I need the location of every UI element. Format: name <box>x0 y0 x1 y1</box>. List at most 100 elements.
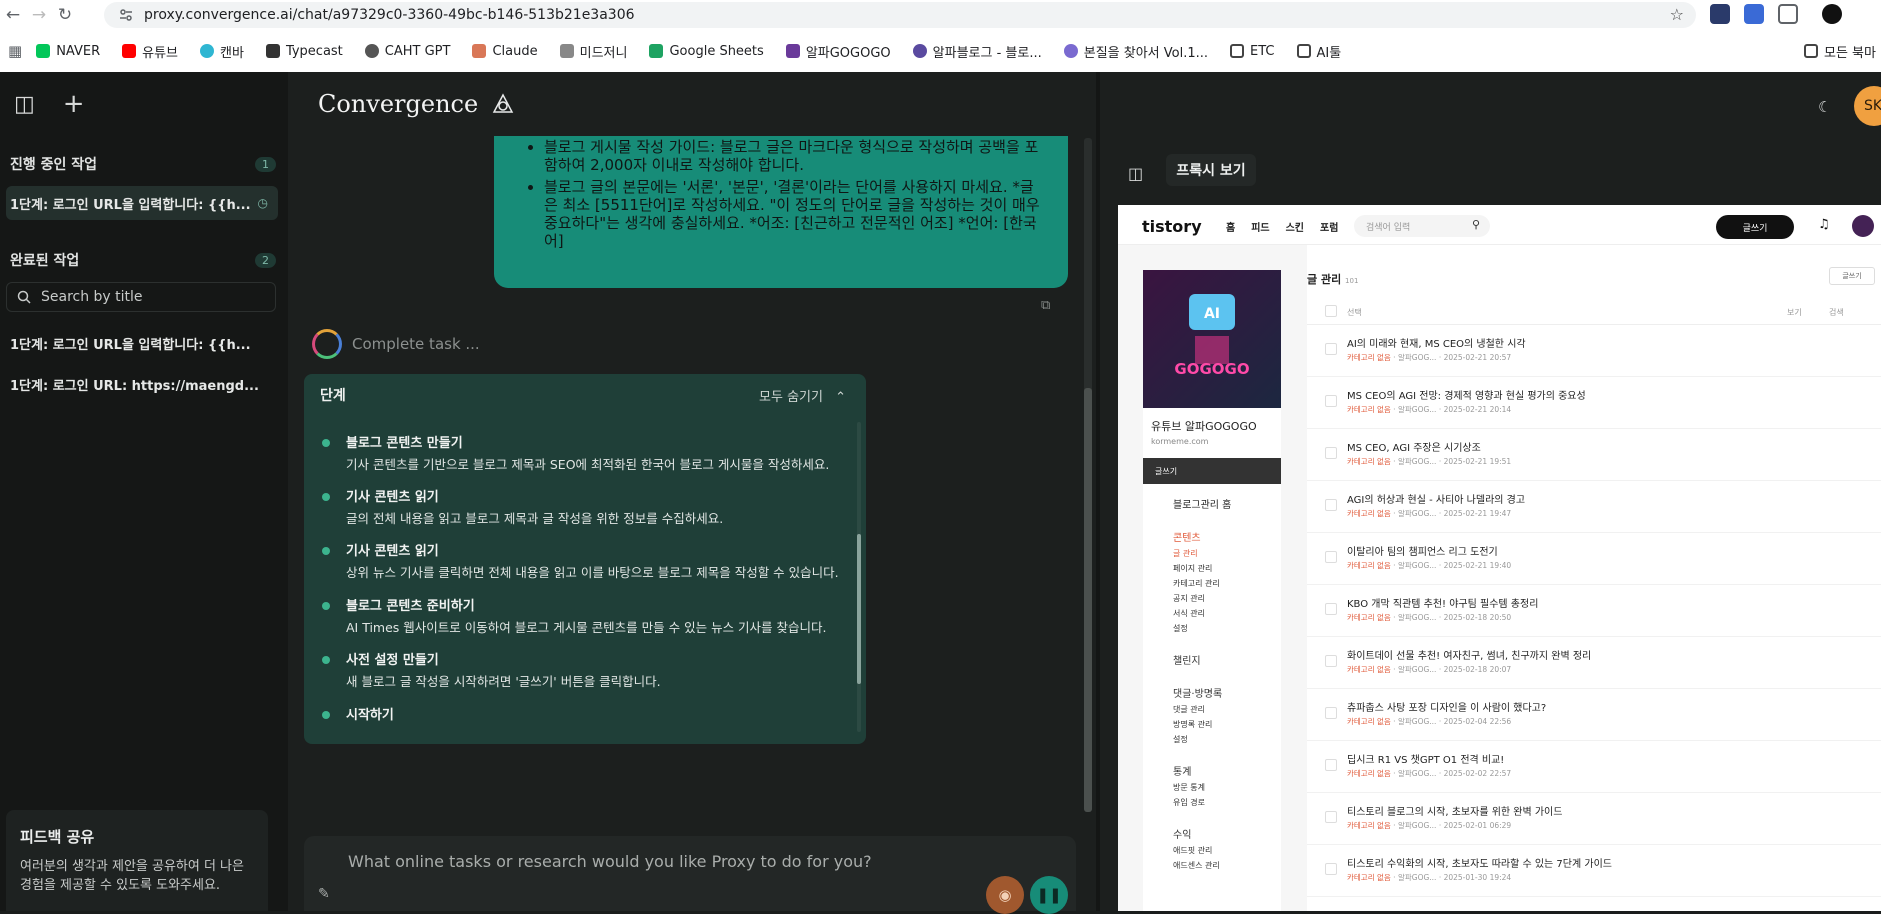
sidebar-write-button[interactable]: 글쓰기 <box>1143 458 1281 484</box>
profile-avatar[interactable] <box>1822 4 1842 24</box>
feedback-card[interactable]: 피드백 공유 여러분의 생각과 제안을 공유하여 더 나은 경험을 제공할 수 … <box>6 810 268 911</box>
bookmark-item[interactable]: 유튜브 <box>122 42 178 61</box>
table-row[interactable]: 화이트데이 선물 추천! 여자친구, 썸녀, 친구까지 완벽 정리 카테고리 없음… <box>1307 637 1881 689</box>
menu-item[interactable]: 댓글 관리 <box>1173 704 1281 715</box>
post-title[interactable]: 이탈리아 팀의 챔피언스 리그 도전기 <box>1347 543 1498 558</box>
extension-icon[interactable] <box>1710 4 1730 24</box>
menu-item[interactable]: 콘텐츠 <box>1173 529 1281 544</box>
menu-item[interactable]: 방문 통계 <box>1173 782 1281 793</box>
back-icon[interactable]: ← <box>0 2 26 28</box>
bookmark-folder[interactable]: 모든 북마 <box>1804 42 1876 61</box>
puzzle-icon[interactable] <box>1778 4 1798 24</box>
select-all-checkbox[interactable] <box>1325 305 1337 317</box>
address-bar[interactable]: proxy.convergence.ai/chat/a97329c0-3360-… <box>104 2 1696 28</box>
table-row[interactable]: KBO 개막 직관템 추천! 야구팀 필수템 총정리 카테고리 없음 · 알파GO… <box>1307 585 1881 637</box>
post-title[interactable]: 츄파춥스 사탕 포장 디자인을 이 사람이 했다고? <box>1347 699 1546 714</box>
bookmark-item[interactable]: Google Sheets <box>649 44 764 59</box>
nav-skin[interactable]: 스킨 <box>1286 219 1304 234</box>
bookmark-item[interactable]: 본질을 찾아서 Vol.1... <box>1063 42 1208 61</box>
nav-home[interactable]: 홈 <box>1226 219 1235 234</box>
search-label[interactable]: 검색 <box>1829 307 1844 318</box>
table-row[interactable]: 츄파춥스 사탕 포장 디자인을 이 사람이 했다고? 카테고리 없음 · 알파GO… <box>1307 689 1881 741</box>
row-checkbox[interactable] <box>1325 551 1337 563</box>
row-checkbox[interactable] <box>1325 863 1337 875</box>
attach-icon[interactable]: ✎ <box>318 886 330 902</box>
bookmark-item[interactable]: 미드저니 <box>559 42 627 61</box>
row-checkbox[interactable] <box>1325 499 1337 511</box>
table-row[interactable]: 이탈리아 팀의 챔피언스 리그 도전기 카테고리 없음 · 알파GOG... · … <box>1307 533 1881 585</box>
bookmark-item[interactable]: Claude <box>472 44 538 59</box>
post-title[interactable]: AGI의 허상과 현실 - 사티아 나델라의 경고 <box>1347 491 1525 506</box>
forward-icon[interactable]: → <box>26 2 52 28</box>
extension-icon[interactable] <box>1744 4 1764 24</box>
table-row[interactable]: 티스토리 블로그의 시작, 초보자를 위한 완벽 가이드 카테고리 없음 · 알파… <box>1307 793 1881 845</box>
bell-icon[interactable]: ♫ <box>1818 217 1830 232</box>
bookmark-star-icon[interactable]: ☆ <box>1670 5 1684 24</box>
post-title[interactable]: KBO 개막 직관템 추천! 야구팀 필수템 총정리 <box>1347 595 1538 610</box>
row-checkbox[interactable] <box>1325 395 1337 407</box>
search-input[interactable]: Search by title <box>6 282 276 312</box>
post-title[interactable]: AI의 미래와 현재, MS CEO의 냉철한 시각 <box>1347 335 1526 350</box>
menu-item[interactable]: 수익 <box>1173 826 1281 841</box>
reload-icon[interactable]: ↻ <box>52 2 78 28</box>
panel-toggle-icon[interactable]: ◫ <box>1128 164 1143 183</box>
tistory-avatar[interactable] <box>1852 215 1874 237</box>
bookmark-item[interactable]: 알파블로그 - 블로... <box>912 42 1042 61</box>
blog-url[interactable]: kormeme.com <box>1151 437 1273 446</box>
proxy-view-tab[interactable]: 프록시 보기 <box>1166 154 1256 186</box>
chat-scrollbar-thumb[interactable] <box>1084 388 1092 812</box>
table-row[interactable]: 딥시크 R1 VS 챗GPT O1 전격 비교! 카테고리 없음 · 알파GOG.… <box>1307 741 1881 793</box>
new-task-icon[interactable]: + <box>63 89 85 119</box>
row-checkbox[interactable] <box>1325 343 1337 355</box>
menu-item[interactable]: 설정 <box>1173 734 1281 745</box>
site-info-icon[interactable] <box>118 7 134 23</box>
table-row[interactable]: MS CEO의 AGI 전망: 경제적 영향과 현실 평가의 중요성 카테고리 없… <box>1307 377 1881 429</box>
active-task-item[interactable]: 1단계: 로그인 URL을 입력합니다: {{h... ◷ <box>6 186 278 220</box>
menu-item[interactable]: 페이지 관리 <box>1173 563 1281 574</box>
nav-forum[interactable]: 포럼 <box>1320 219 1338 234</box>
menu-item[interactable]: 설정 <box>1173 623 1281 634</box>
bookmark-folder[interactable]: ETC <box>1230 44 1275 59</box>
bookmark-item[interactable]: CAHT GPT <box>364 44 450 59</box>
moon-icon[interactable]: ☾ <box>1818 98 1831 116</box>
browser-preview[interactable]: tistory 홈 피드 스킨 포럼 검색어 입력 ⚲ 글쓰기 ♫ AI GOGOG… <box>1118 205 1881 911</box>
completed-task-item[interactable]: 1단계: 로그인 URL을 입력합니다: {{h... <box>10 334 278 353</box>
bookmark-item[interactable]: 알파GOGOGO <box>785 42 891 61</box>
globe-button[interactable]: ◉ <box>986 876 1024 914</box>
prompt-composer[interactable]: What online tasks or research would you … <box>304 836 1076 914</box>
post-title[interactable]: 티스토리 수익화의 시작, 초보자도 따라할 수 있는 7단계 가이드 <box>1347 855 1612 870</box>
menu-item[interactable]: 글 관리 <box>1173 548 1281 559</box>
row-checkbox[interactable] <box>1325 603 1337 615</box>
menu-item[interactable]: 유입 경로 <box>1173 797 1281 808</box>
sidebar-toggle-icon[interactable]: ◫ <box>14 92 35 117</box>
bookmark-folder[interactable]: AI툴 <box>1296 42 1341 61</box>
bookmark-item[interactable]: Typecast <box>265 44 343 59</box>
post-title[interactable]: 티스토리 블로그의 시작, 초보자를 위한 완벽 가이드 <box>1347 803 1562 818</box>
post-title[interactable]: MS CEO, AGI 주장은 시기상조 <box>1347 439 1481 454</box>
menu-item[interactable]: 블로그관리 홈 <box>1173 496 1281 511</box>
row-checkbox[interactable] <box>1325 811 1337 823</box>
pause-button[interactable]: ❚❚ <box>1030 876 1068 914</box>
menu-item[interactable]: 애드센스 관리 <box>1173 860 1281 871</box>
menu-item[interactable]: 방명록 관리 <box>1173 719 1281 730</box>
menu-item[interactable]: 애드핏 관리 <box>1173 845 1281 856</box>
apps-grid-icon[interactable]: ▦ <box>8 42 22 60</box>
nav-feed[interactable]: 피드 <box>1251 219 1269 234</box>
tistory-logo[interactable]: tistory <box>1142 217 1202 236</box>
menu-item[interactable]: 챌린지 <box>1173 652 1281 667</box>
completed-task-item[interactable]: 1단계: 로그인 URL: https://maengd... <box>10 375 278 394</box>
tistory-search-input[interactable]: 검색어 입력 ⚲ <box>1354 215 1490 237</box>
row-checkbox[interactable] <box>1325 707 1337 719</box>
bookmark-item[interactable]: 캔바 <box>200 42 244 61</box>
post-title[interactable]: 딥시크 R1 VS 챗GPT O1 전격 비교! <box>1347 751 1504 766</box>
menu-item[interactable]: 공지 관리 <box>1173 593 1281 604</box>
steps-scrollbar-thumb[interactable] <box>857 534 861 684</box>
tistory-write-button[interactable]: 글쓰기 <box>1716 215 1794 239</box>
bookmark-item[interactable]: NAVER <box>36 44 100 59</box>
table-row[interactable]: AGI의 허상과 현실 - 사티아 나델라의 경고 카테고리 없음 · 알파GOG… <box>1307 481 1881 533</box>
row-checkbox[interactable] <box>1325 759 1337 771</box>
row-checkbox[interactable] <box>1325 447 1337 459</box>
menu-item[interactable]: 댓글·방명록 <box>1173 685 1281 700</box>
post-title[interactable]: MS CEO의 AGI 전망: 경제적 영향과 현실 평가의 중요성 <box>1347 387 1586 402</box>
table-row[interactable]: MS CEO, AGI 주장은 시기상조 카테고리 없음 · 알파GOG... ·… <box>1307 429 1881 481</box>
